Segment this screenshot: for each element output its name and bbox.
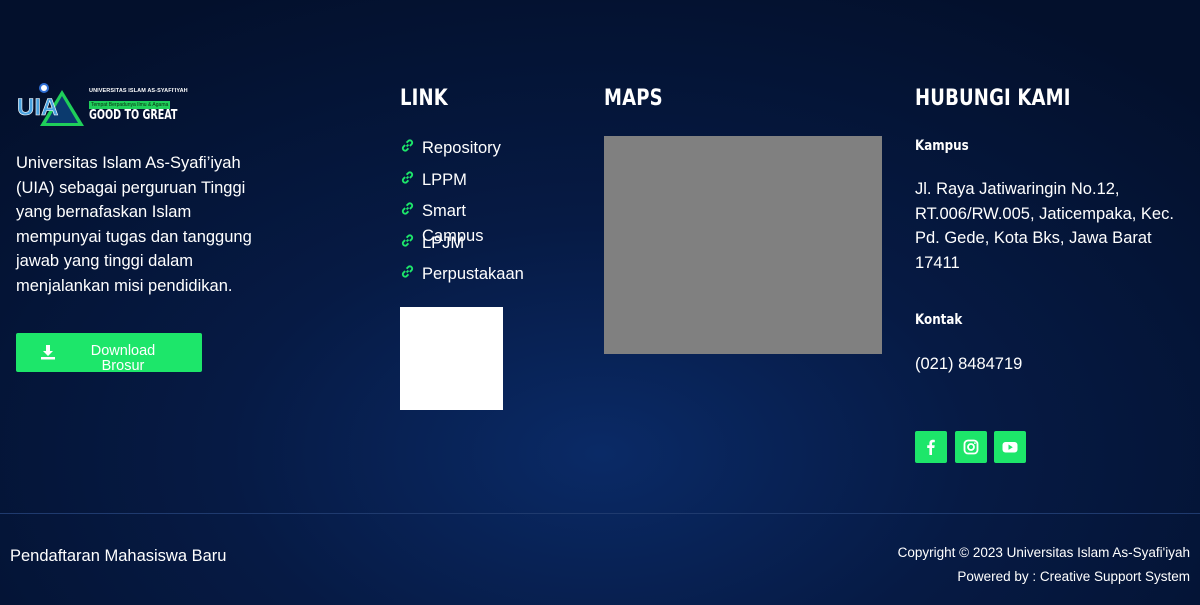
link-icon [401, 139, 414, 152]
copyright-text: Copyright © 2023 Universitas Islam As-Sy… [897, 545, 1190, 560]
contact-phone: (021) 8484719 [915, 355, 1023, 373]
link-icon [401, 171, 414, 184]
contact-label: Kontak [915, 312, 963, 328]
powered-by-text: Powered by : Creative Support System [957, 569, 1190, 584]
logo-slogan: GOOD TO GREAT [89, 108, 178, 123]
download-brochure-button[interactable]: Download Brosur [16, 333, 202, 374]
link-label: Perpustakaan [422, 265, 524, 283]
university-logo[interactable]: UIA UNIVERSITAS ISLAM AS-SYAFI'IYAH Temp… [16, 82, 188, 130]
link-icon [401, 265, 414, 278]
youtube-icon [1002, 442, 1018, 453]
link-label: LPPM [422, 171, 467, 189]
link-icon [401, 202, 414, 215]
instagram-button[interactable] [955, 431, 987, 463]
map-embed[interactable] [604, 136, 882, 354]
contact-heading: HUBUNGI KAMI [915, 86, 1071, 111]
link-label: LPJM [422, 234, 465, 252]
instagram-icon [963, 439, 979, 455]
download-icon [41, 345, 55, 360]
maps-heading: MAPS [604, 86, 663, 111]
registration-link[interactable]: Pendaftaran Mahasiswa Baru [10, 547, 226, 566]
badge-image-placeholder [400, 307, 503, 410]
logo-university-name: UNIVERSITAS ISLAM AS-SYAFI'IYAH [89, 88, 188, 94]
link-icon [401, 234, 414, 247]
uia-logo-icon: UIA [17, 83, 84, 126]
footer-divider [0, 513, 1200, 514]
youtube-button[interactable] [994, 431, 1026, 463]
link-label: Repository [422, 139, 501, 157]
logo-letters: UIA [17, 94, 58, 121]
facebook-button[interactable] [915, 431, 947, 463]
download-button-label: Download Brosur [90, 343, 156, 374]
about-text: Universitas Islam As-Syafi’iyah (UIA) se… [16, 154, 252, 295]
facebook-icon [927, 439, 935, 455]
campus-label: Kampus [915, 138, 969, 154]
campus-address: Jl. Raya Jatiwaringin No.12, RT.006/RW.0… [915, 180, 1174, 272]
link-heading: LINK [400, 86, 448, 111]
